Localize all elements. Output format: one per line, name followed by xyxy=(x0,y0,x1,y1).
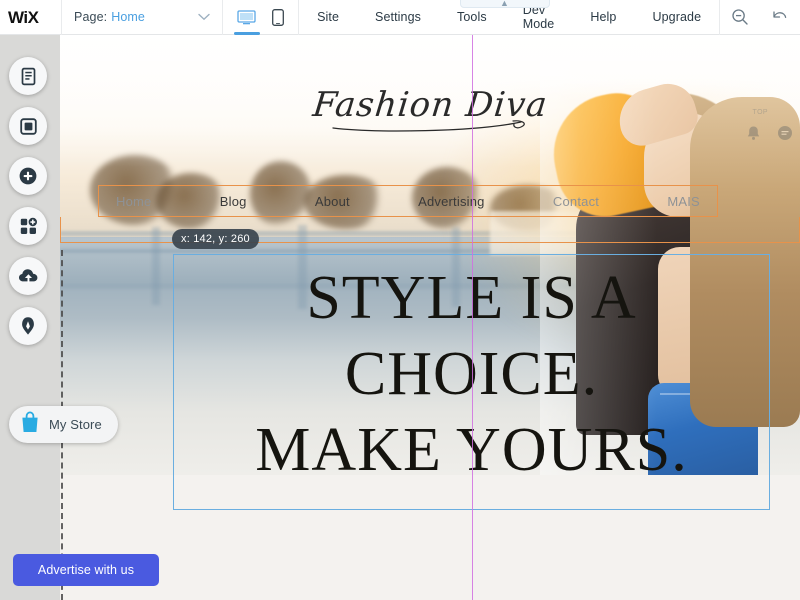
my-store-label: My Store xyxy=(49,417,102,432)
editor-tool-icons xyxy=(720,0,800,35)
device-toggle xyxy=(223,0,298,35)
coordinate-tooltip: x: 142, y: 260 xyxy=(172,229,259,249)
site-navigation-menu[interactable]: Home Blog About Advertising Contact MAIS xyxy=(98,185,718,217)
advertise-with-us-button[interactable]: Advertise with us xyxy=(13,554,159,586)
page-selector[interactable]: Page: Home xyxy=(62,0,222,35)
notification-bell-icon[interactable] xyxy=(740,120,766,146)
zoom-out-icon[interactable] xyxy=(720,0,760,35)
blog-icon[interactable] xyxy=(9,307,47,345)
editor-top-bar: WiX Page: Home ▲ Site Settings Tools Dev… xyxy=(0,0,800,35)
site-floating-widgets: TOP xyxy=(740,109,798,146)
tools-caret-icon: ▲ xyxy=(500,0,509,8)
page-selector-value: Home xyxy=(111,10,145,24)
center-alignment-guide xyxy=(472,35,473,600)
device-active-indicator xyxy=(233,31,260,35)
device-desktop-button[interactable] xyxy=(233,0,260,35)
mobile-icon xyxy=(272,8,285,26)
menu-item-site[interactable]: Site xyxy=(299,0,357,35)
nav-link-blog[interactable]: Blog xyxy=(220,194,247,209)
nav-link-advertising[interactable]: Advertising xyxy=(418,194,485,209)
editor-left-rail xyxy=(9,57,51,345)
add-icon[interactable] xyxy=(9,157,47,195)
nav-link-about[interactable]: About xyxy=(315,194,350,209)
background-icon[interactable] xyxy=(9,107,47,145)
advertise-label: Advertise with us xyxy=(37,563,135,577)
wix-logo[interactable]: WiX xyxy=(0,0,61,35)
nav-link-mais[interactable]: MAIS xyxy=(667,194,700,209)
page-selector-label: Page: xyxy=(74,10,108,24)
menus-and-pages-icon[interactable] xyxy=(9,57,47,95)
desktop-icon xyxy=(237,9,256,24)
editor-canvas[interactable]: Fashion Diva TOP Home Blog About Adverti… xyxy=(0,35,800,600)
chat-bubble-icon[interactable] xyxy=(772,120,798,146)
my-store-button[interactable]: My Store xyxy=(9,406,118,443)
menu-item-upgrade[interactable]: Upgrade xyxy=(634,0,719,35)
nav-link-contact[interactable]: Contact xyxy=(553,194,599,209)
nav-link-home[interactable]: Home xyxy=(116,194,151,209)
device-mobile-button[interactable] xyxy=(272,0,285,35)
back-to-top-label: TOP xyxy=(752,109,768,116)
editor-menu: ▲ Site Settings Tools Dev Mode Help Upgr… xyxy=(299,0,719,35)
undo-icon[interactable] xyxy=(760,0,800,35)
menu-item-help[interactable]: Help xyxy=(572,0,634,35)
chevron-down-icon xyxy=(198,13,211,21)
railing-post-1 xyxy=(152,227,160,305)
menu-item-settings[interactable]: Settings xyxy=(357,0,439,35)
svg-text:WiX: WiX xyxy=(8,8,40,26)
shopping-bag-icon xyxy=(19,410,41,439)
my-uploads-icon[interactable] xyxy=(9,257,47,295)
add-apps-icon[interactable] xyxy=(9,207,47,245)
